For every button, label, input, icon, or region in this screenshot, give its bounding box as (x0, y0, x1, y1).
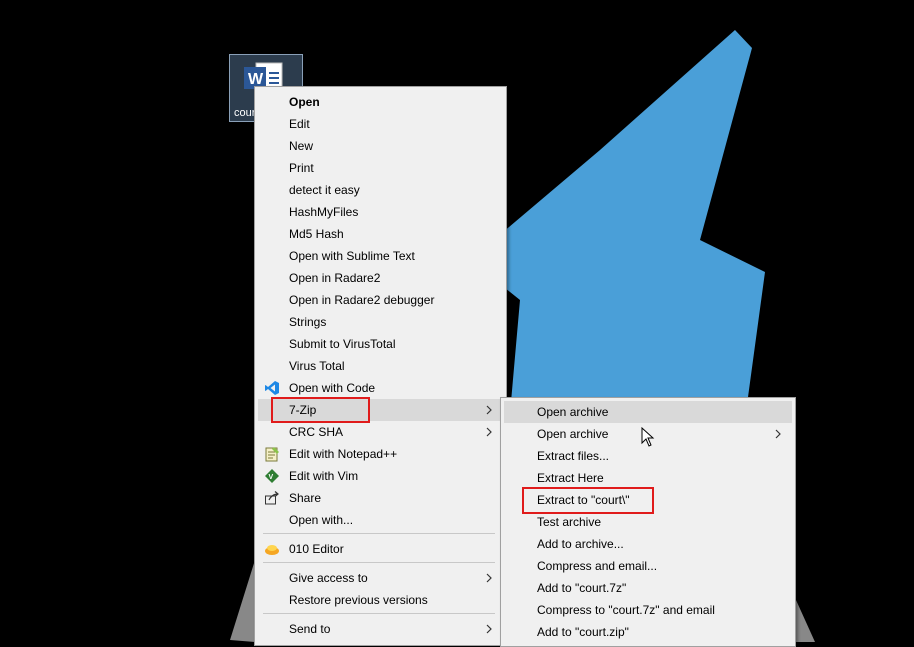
menu-item-strings[interactable]: Strings (258, 311, 503, 333)
menu-item-md5-hash[interactable]: Md5 Hash (258, 223, 503, 245)
menu-item-label: Edit with Vim (289, 469, 359, 483)
menu-item-label: 7-Zip (289, 403, 317, 417)
menu-item-label: Edit with Notepad++ (289, 447, 398, 461)
menu-item-label: detect it easy (289, 183, 360, 197)
submenu-item-add-to-archive[interactable]: Add to archive... (504, 533, 792, 555)
menu-item-label: Open in Radare2 debugger (289, 293, 435, 307)
menu-item-label: Strings (289, 315, 327, 329)
submenu-item-compress-to-court-7z-and-email[interactable]: Compress to "court.7z" and email (504, 599, 792, 621)
submenu-item-label: Add to archive... (537, 537, 624, 551)
submenu-item-label: Test archive (537, 515, 602, 529)
menu-item-label: Print (289, 161, 314, 175)
menu-item-submit-to-virustotal[interactable]: Submit to VirusTotal (258, 333, 503, 355)
menu-item-hashmyfiles[interactable]: HashMyFiles (258, 201, 503, 223)
submenu-item-label: Extract files... (537, 449, 610, 463)
mouse-cursor-icon (641, 427, 655, 447)
svg-text:V: V (269, 474, 274, 481)
submenu-item-add-to-court-zip[interactable]: Add to "court.zip" (504, 621, 792, 643)
menu-item-label: New (289, 139, 314, 153)
menu-item-open-with-sublime-text[interactable]: Open with Sublime Text (258, 245, 503, 267)
submenu-arrow-icon (775, 429, 781, 439)
share-icon (264, 490, 280, 506)
menu-item-label: Send to (289, 622, 331, 636)
menu-item-give-access-to[interactable]: Give access to (258, 567, 503, 589)
menu-item-print[interactable]: Print (258, 157, 503, 179)
menu-item-label: Open with... (289, 513, 354, 527)
menu-item-label: HashMyFiles (289, 205, 359, 219)
menu-item-label: Give access to (289, 571, 368, 585)
menu-item-label: CRC SHA (289, 425, 344, 439)
menu-item-edit-with-vim[interactable]: V Edit with Vim (258, 465, 503, 487)
menu-item-label: Open with Sublime Text (289, 249, 415, 263)
submenu-item-label: Compress and email... (537, 559, 658, 573)
menu-item-label: Restore previous versions (289, 593, 428, 607)
menu-item-edit[interactable]: Edit (258, 113, 503, 135)
menu-item-label: Open with Code (289, 381, 376, 395)
menu-item-open-in-radare2-debugger[interactable]: Open in Radare2 debugger (258, 289, 503, 311)
submenu-item-label: Compress to "court.7z" and email (537, 603, 715, 617)
menu-item-virus-total[interactable]: Virus Total (258, 355, 503, 377)
menu-item-new[interactable]: New (258, 135, 503, 157)
submenu-item-label: Open archive (537, 405, 609, 419)
menu-item-label: Submit to VirusTotal (289, 337, 396, 351)
menu-item-label: Edit (289, 117, 310, 131)
menu-item-crc-sha[interactable]: CRC SHA (258, 421, 503, 443)
menu-item-restore-previous-versions[interactable]: Restore previous versions (258, 589, 503, 611)
submenu-item-label: Add to "court.7z" (537, 581, 627, 595)
submenu-arrow-icon (486, 573, 492, 583)
wallpaper-gray-shape (230, 560, 255, 642)
menu-item-edit-with-notepad[interactable]: Edit with Notepad++ (258, 443, 503, 465)
submenu-arrow-icon (486, 624, 492, 634)
menu-separator (263, 613, 495, 614)
submenu-item-label: Extract to "court\" (537, 493, 630, 507)
menu-item-open-with-code[interactable]: Open with Code (258, 377, 503, 399)
submenu-item-extract-to-court[interactable]: Extract to "court\" (504, 489, 792, 511)
menu-item-label: Open (289, 95, 320, 109)
submenu-item-test-archive[interactable]: Test archive (504, 511, 792, 533)
menu-separator (263, 562, 495, 563)
submenu-item-label: Add to "court.zip" (537, 625, 629, 639)
vscode-icon (264, 380, 280, 396)
010-editor-icon (264, 541, 280, 557)
submenu-item-extract-here[interactable]: Extract Here (504, 467, 792, 489)
vim-icon: V (264, 468, 280, 484)
menu-item-label: Virus Total (289, 359, 345, 373)
menu-item-label: Share (289, 491, 322, 505)
menu-item-label: Md5 Hash (289, 227, 344, 241)
submenu-arrow-icon (486, 405, 492, 415)
submenu-item-add-to-court-7z[interactable]: Add to "court.7z" (504, 577, 792, 599)
submenu-item-label: Extract Here (537, 471, 604, 485)
menu-item-label: Open in Radare2 (289, 271, 381, 285)
menu-item-open-with[interactable]: Open with... (258, 509, 503, 531)
submenu-item-compress-and-email[interactable]: Compress and email... (504, 555, 792, 577)
submenu-item-label: Open archive (537, 427, 609, 441)
context-menu: Open Edit New Print detect it easy HashMyFile… (254, 86, 507, 646)
submenu-item-extract-files[interactable]: Extract files... (504, 445, 792, 467)
menu-item-send-to[interactable]: Send to (258, 618, 503, 640)
menu-separator (263, 533, 495, 534)
submenu-item-open-archive[interactable]: Open archive (504, 401, 792, 423)
menu-item-7-zip[interactable]: 7-Zip (258, 399, 503, 421)
menu-item-detect-it-easy[interactable]: detect it easy (258, 179, 503, 201)
menu-item-open-in-radare2[interactable]: Open in Radare2 (258, 267, 503, 289)
notepadpp-icon (264, 446, 280, 462)
wallpaper-gray-shape-right (796, 600, 815, 642)
menu-item-share[interactable]: Share (258, 487, 503, 509)
menu-item-label: 010 Editor (289, 542, 344, 556)
menu-item-010-editor[interactable]: 010 Editor (258, 538, 503, 560)
menu-item-open[interactable]: Open (258, 91, 503, 113)
submenu-arrow-icon (486, 427, 492, 437)
